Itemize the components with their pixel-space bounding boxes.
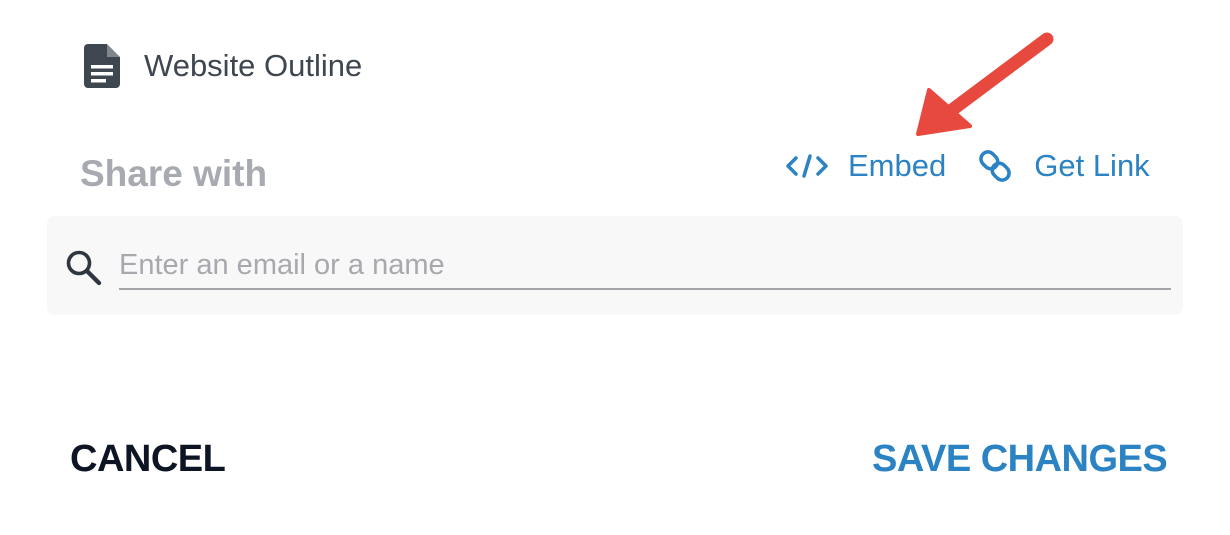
embed-button[interactable]: Embed xyxy=(786,148,946,184)
link-icon xyxy=(979,150,1012,182)
share-search-input[interactable] xyxy=(119,242,1171,290)
code-icon xyxy=(786,154,828,178)
search-icon xyxy=(66,250,102,286)
get-link-label: Get Link xyxy=(1034,148,1150,183)
document-icon xyxy=(84,44,120,88)
cancel-button[interactable]: CANCEL xyxy=(70,438,226,481)
document-header: Website Outline xyxy=(84,44,362,88)
share-with-label: Share with xyxy=(80,153,268,194)
document-title: Website Outline xyxy=(144,48,363,83)
save-changes-button[interactable]: SAVE CHANGES xyxy=(872,438,1168,481)
share-search-box xyxy=(47,216,1183,315)
get-link-button[interactable]: Get Link xyxy=(976,147,1150,185)
embed-label: Embed xyxy=(848,148,947,183)
share-actions: Embed Get Link xyxy=(786,143,1150,189)
